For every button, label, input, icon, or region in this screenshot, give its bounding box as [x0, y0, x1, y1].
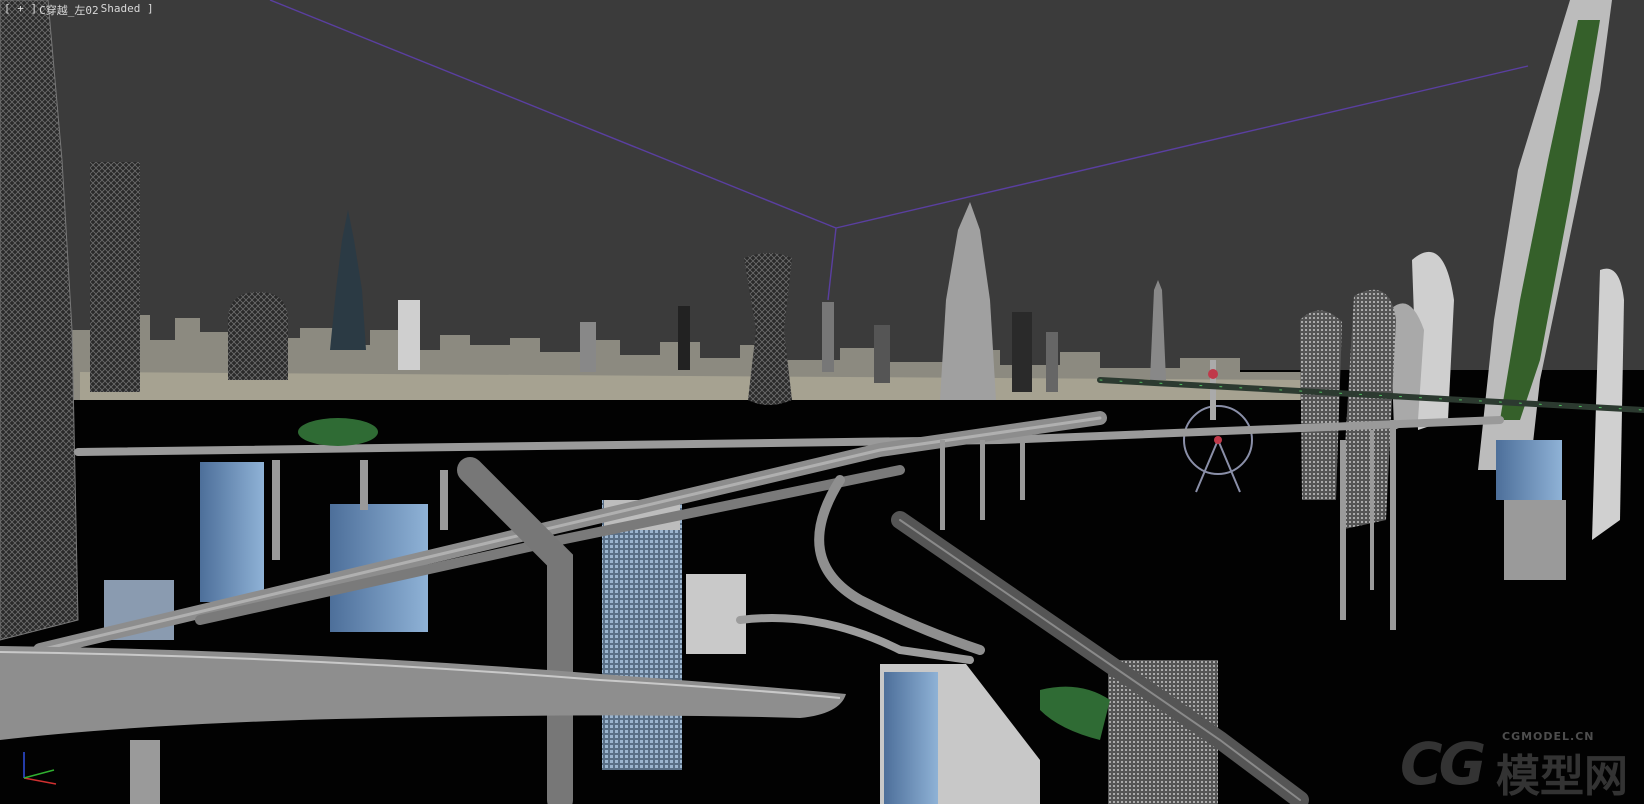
city-scene[interactable]	[0, 0, 1644, 804]
viewport-general-menu[interactable]: [ + ]	[4, 2, 37, 18]
viewport-camera-menu[interactable]: C穿越_左02	[39, 2, 99, 18]
watermark-logo: CG	[1400, 730, 1486, 798]
viewport-shading-menu[interactable]: Shaded ]	[101, 2, 154, 18]
watermark-logo-icon: CG CGMODEL.CN 模型网	[1400, 728, 1640, 802]
3d-viewport[interactable]: [ + ] C穿越_左02 Shaded ] CG CGMODEL.CN 模型网	[0, 0, 1644, 804]
viewport-label[interactable]: [ + ] C穿越_左02 Shaded ]	[4, 2, 154, 18]
axis-gizmo-icon	[23, 752, 57, 785]
watermark-text: 模型网	[1496, 751, 1628, 802]
green-patch	[298, 418, 378, 446]
